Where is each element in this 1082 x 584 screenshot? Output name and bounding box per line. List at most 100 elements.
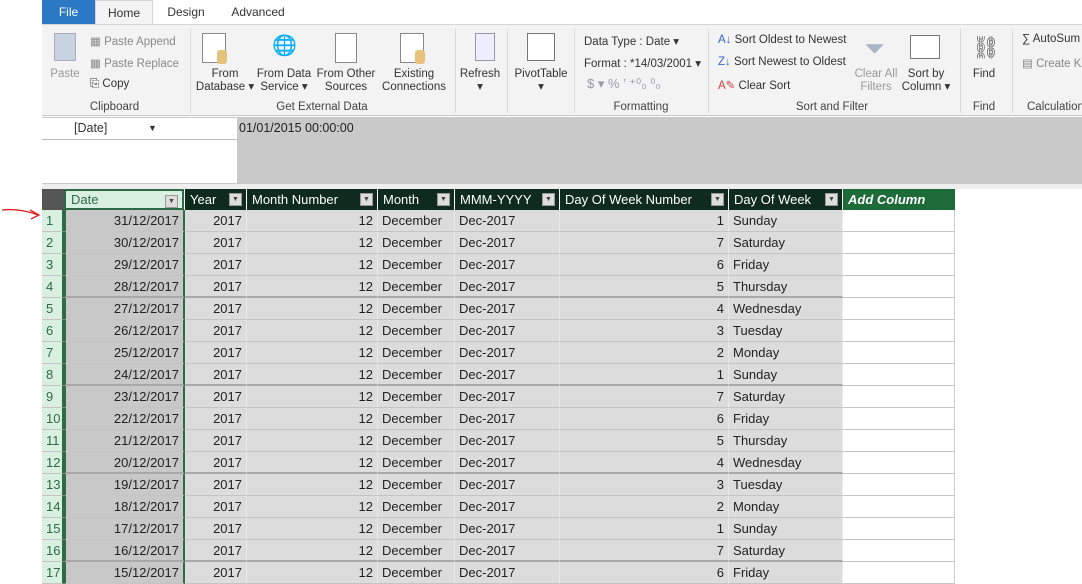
filter-dropdown-icon[interactable]: ▼ [165, 195, 178, 208]
table-cell[interactable]: Tuesday [729, 474, 843, 496]
add-column-cell[interactable] [843, 364, 955, 386]
table-cell[interactable]: 28/12/2017 [64, 276, 185, 298]
row-number[interactable]: 3 [42, 254, 64, 276]
table-cell[interactable]: December [378, 320, 455, 342]
table-cell[interactable]: 18/12/2017 [64, 496, 185, 518]
table-cell[interactable]: 24/12/2017 [64, 364, 185, 386]
from-other-sources-button[interactable]: From Other Sources [314, 68, 378, 94]
table-cell[interactable]: December [378, 452, 455, 474]
table-cell[interactable]: 16/12/2017 [64, 540, 185, 562]
find-button[interactable]: Find [966, 68, 1002, 81]
table-cell[interactable]: Dec-2017 [455, 298, 560, 320]
from-database-button[interactable]: From Database ▾ [192, 68, 258, 94]
column-header-month-number[interactable]: Month Number ▼ [247, 189, 377, 210]
copy-button[interactable]: ⎘ Copy [90, 78, 129, 91]
add-column-cell[interactable] [843, 342, 955, 364]
table-cell[interactable]: 12 [247, 562, 378, 584]
table-cell[interactable]: 22/12/2017 [64, 408, 185, 430]
sort-newest-oldest-button[interactable]: Z↓ Sort Newest to Oldest [718, 56, 846, 68]
table-cell[interactable]: 21/12/2017 [64, 430, 185, 452]
table-cell[interactable]: Sunday [729, 210, 843, 232]
row-number[interactable]: 8 [42, 364, 64, 386]
row-number[interactable]: 7 [42, 342, 64, 364]
clear-all-filters-button[interactable]: Clear All Filters [850, 68, 902, 94]
table-cell[interactable]: 30/12/2017 [64, 232, 185, 254]
add-column-cell[interactable] [843, 540, 955, 562]
table-cell[interactable]: 2017 [185, 496, 247, 518]
tab-design[interactable]: Design [160, 0, 212, 24]
table-cell[interactable]: 1 [560, 518, 729, 540]
table-cell[interactable]: December [378, 386, 455, 408]
table-cell[interactable]: 6 [560, 254, 729, 276]
row-number[interactable]: 13 [42, 474, 64, 496]
table-cell[interactable]: Dec-2017 [455, 496, 560, 518]
add-column-cell[interactable] [843, 562, 955, 584]
table-cell[interactable]: 19/12/2017 [64, 474, 185, 496]
table-cell[interactable]: 2017 [185, 540, 247, 562]
add-column-cell[interactable] [843, 518, 955, 540]
table-cell[interactable]: 2017 [185, 232, 247, 254]
table-cell[interactable]: 12 [247, 320, 378, 342]
table-cell[interactable]: Saturday [729, 540, 843, 562]
table-cell[interactable]: 12 [247, 298, 378, 320]
refresh-button[interactable]: Refresh ▾ [457, 68, 503, 94]
table-cell[interactable]: Monday [729, 496, 843, 518]
add-column-cell[interactable] [843, 276, 955, 298]
add-column-cell[interactable] [843, 474, 955, 496]
column-header-date[interactable]: Date ▼ [64, 189, 184, 210]
row-number[interactable]: 16 [42, 540, 64, 562]
table-cell[interactable]: 3 [560, 320, 729, 342]
table-cell[interactable]: 25/12/2017 [64, 342, 185, 364]
table-cell[interactable]: 12 [247, 408, 378, 430]
table-cell[interactable]: Dec-2017 [455, 474, 560, 496]
table-cell[interactable]: 12 [247, 232, 378, 254]
filter-dropdown-icon[interactable]: ▼ [360, 193, 373, 206]
table-cell[interactable]: Friday [729, 408, 843, 430]
data-type-dropdown[interactable]: Data Type : Date ▾ [584, 34, 679, 48]
table-cell[interactable]: Dec-2017 [455, 364, 560, 386]
table-cell[interactable]: December [378, 210, 455, 232]
row-number[interactable]: 12 [42, 452, 64, 474]
table-cell[interactable]: 6 [560, 562, 729, 584]
sort-oldest-newest-button[interactable]: A↓ Sort Oldest to Newest [718, 34, 846, 46]
table-cell[interactable]: Dec-2017 [455, 232, 560, 254]
paste-append-button[interactable]: ▦ Paste Append [90, 34, 176, 48]
table-cell[interactable]: 31/12/2017 [64, 210, 185, 232]
row-number[interactable]: 1 [42, 210, 64, 232]
filter-dropdown-icon[interactable]: ▼ [825, 193, 838, 206]
row-number[interactable]: 10 [42, 408, 64, 430]
table-cell[interactable]: Saturday [729, 232, 843, 254]
number-format-icons[interactable]: $ ▾ % ’ ⁺⁰₀ ⁰₀ [587, 76, 661, 92]
table-cell[interactable]: December [378, 540, 455, 562]
add-column-cell[interactable] [843, 298, 955, 320]
table-cell[interactable]: December [378, 430, 455, 452]
table-cell[interactable]: Saturday [729, 386, 843, 408]
table-cell[interactable]: Dec-2017 [455, 540, 560, 562]
table-cell[interactable]: December [378, 342, 455, 364]
paste-replace-button[interactable]: ▦ Paste Replace [90, 56, 179, 70]
table-cell[interactable]: Thursday [729, 430, 843, 452]
table-cell[interactable]: Dec-2017 [455, 386, 560, 408]
table-cell[interactable]: 20/12/2017 [64, 452, 185, 474]
table-cell[interactable]: Sunday [729, 518, 843, 540]
add-column-header[interactable]: Add Column [843, 189, 955, 210]
column-header-year[interactable]: Year ▼ [185, 189, 246, 210]
table-cell[interactable]: Dec-2017 [455, 430, 560, 452]
filter-dropdown-icon[interactable]: ▼ [437, 193, 450, 206]
table-cell[interactable]: 12 [247, 254, 378, 276]
paste-button[interactable]: Paste [48, 68, 82, 81]
sort-by-column-button[interactable]: Sort by Column ▾ [900, 68, 952, 94]
table-cell[interactable]: 7 [560, 540, 729, 562]
tab-home[interactable]: Home [95, 0, 153, 25]
table-cell[interactable]: December [378, 254, 455, 276]
select-all-corner[interactable] [42, 189, 64, 210]
row-number[interactable]: 9 [42, 386, 64, 408]
table-cell[interactable]: 12 [247, 342, 378, 364]
tab-advanced[interactable]: Advanced [226, 0, 290, 24]
row-number[interactable]: 6 [42, 320, 64, 342]
table-cell[interactable]: 12 [247, 364, 378, 386]
add-column-cell[interactable] [843, 320, 955, 342]
row-number[interactable]: 4 [42, 276, 64, 298]
table-cell[interactable]: 6 [560, 408, 729, 430]
table-cell[interactable]: Friday [729, 254, 843, 276]
